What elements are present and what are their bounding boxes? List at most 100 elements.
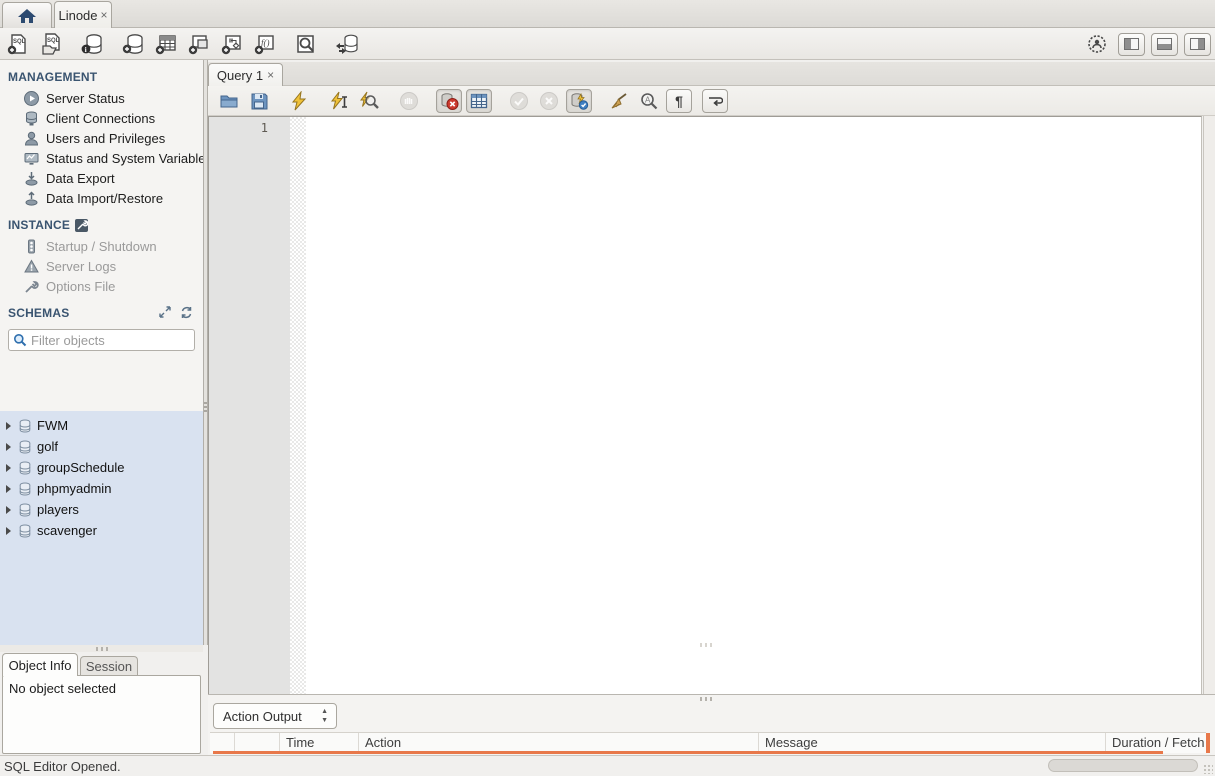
- right-panel-icon: [1190, 38, 1205, 50]
- expander-icon[interactable]: [6, 526, 11, 535]
- preferences-button[interactable]: [1082, 31, 1112, 57]
- expander-icon[interactable]: [6, 442, 11, 451]
- open-script-button[interactable]: [216, 89, 242, 113]
- connection-tabbar: Linode ×: [0, 0, 1215, 28]
- execute-current-statement-button[interactable]: [326, 89, 352, 113]
- tab-session[interactable]: Session: [80, 656, 138, 676]
- schema-item-groupschedule[interactable]: groupSchedule: [0, 457, 203, 478]
- toggle-left-panel-button[interactable]: [1118, 32, 1145, 56]
- column-message[interactable]: Message: [759, 733, 1106, 753]
- output-splitter-grip[interactable]: [700, 697, 712, 701]
- schema-item-players[interactable]: players: [0, 499, 203, 520]
- new-sql-tab-button[interactable]: SQL: [3, 31, 33, 57]
- schema-item-fwm[interactable]: FWM: [0, 415, 203, 436]
- output-table-header: Time Action Message Duration / Fetch: [210, 732, 1206, 753]
- sql-editor-toolbar: A ¶: [208, 86, 1215, 116]
- connection-tab-linode[interactable]: Linode ×: [54, 1, 112, 28]
- connection-tab-close-icon[interactable]: ×: [101, 9, 108, 21]
- svg-text:SQL: SQL: [13, 39, 26, 45]
- sidebar-info-splitter[interactable]: [0, 645, 203, 652]
- sql-code-editor[interactable]: 1: [208, 116, 1202, 748]
- column-duration-fetch[interactable]: Duration / Fetch: [1106, 733, 1206, 753]
- expander-icon[interactable]: [6, 484, 11, 493]
- sidebar-item-client-connections[interactable]: Client Connections: [0, 108, 203, 128]
- line-number: 1: [260, 121, 268, 135]
- schema-item-golf[interactable]: golf: [0, 436, 203, 457]
- svg-text:SQL: SQL: [47, 38, 60, 44]
- column-status[interactable]: [210, 733, 235, 753]
- bottom-horizontal-scrollbar[interactable]: [1048, 759, 1198, 772]
- status-bar: SQL Editor Opened.: [0, 755, 1215, 776]
- instance-section-title: INSTANCE: [0, 208, 203, 236]
- sidebar-item-data-import[interactable]: Data Import/Restore: [0, 188, 203, 208]
- find-button[interactable]: A: [636, 89, 662, 113]
- query-tab-close-icon[interactable]: ×: [267, 69, 274, 81]
- window-resize-grip[interactable]: [1203, 764, 1213, 774]
- editor-splitter-grip[interactable]: [700, 643, 712, 647]
- sidebar-item-server-status[interactable]: Server Status: [0, 88, 203, 108]
- search-table-data-button[interactable]: [291, 31, 321, 57]
- reconnect-dbms-button[interactable]: [332, 31, 362, 57]
- home-tab[interactable]: [2, 2, 52, 28]
- toggle-bottom-panel-button[interactable]: [1151, 32, 1178, 56]
- column-index[interactable]: [235, 733, 280, 753]
- editor-vertical-scrollbar-track[interactable]: [1203, 116, 1215, 748]
- toggle-limit-rows-button[interactable]: [466, 88, 492, 113]
- expander-icon[interactable]: [6, 463, 11, 472]
- beautify-button[interactable]: [606, 89, 632, 113]
- tab-label: Session: [85, 659, 133, 674]
- wrap-text-button[interactable]: [702, 88, 728, 113]
- schema-filter-input[interactable]: [31, 332, 181, 348]
- line-number-gutter: 1: [209, 117, 290, 748]
- schema-icon: [19, 461, 31, 475]
- pilcrow-icon: ¶: [675, 92, 683, 109]
- output-vertical-scrollbar[interactable]: [1206, 733, 1210, 753]
- toggle-right-panel-button[interactable]: [1184, 32, 1211, 56]
- schema-label: FWM: [37, 418, 69, 433]
- column-time[interactable]: Time: [280, 733, 359, 753]
- create-schema-button[interactable]: [118, 31, 148, 57]
- create-function-button[interactable]: f(): [250, 31, 280, 57]
- toggle-autocommit-button[interactable]: [566, 88, 592, 113]
- refresh-schemas-icon[interactable]: [180, 306, 193, 319]
- tab-query-1[interactable]: Query 1 ×: [208, 63, 283, 86]
- tab-object-info[interactable]: Object Info: [2, 653, 78, 676]
- item-label: Data Import/Restore: [46, 190, 164, 206]
- output-panel: Action Output ▲ ▼ Time Action Message Dur…: [208, 694, 1215, 755]
- rollback-button[interactable]: [536, 89, 562, 113]
- svg-text:f(): f(): [261, 38, 270, 48]
- create-procedure-button[interactable]: [217, 31, 247, 57]
- schema-inspector-button[interactable]: i: [77, 31, 107, 57]
- explain-plan-button[interactable]: [356, 89, 382, 113]
- item-label: Status and System Variables: [46, 150, 203, 166]
- create-table-button[interactable]: [151, 31, 181, 57]
- expand-schemas-icon[interactable]: [159, 306, 171, 318]
- open-sql-script-button[interactable]: SQL: [36, 31, 66, 57]
- schema-label: players: [37, 502, 79, 517]
- save-script-button[interactable]: [246, 89, 272, 113]
- output-type-selector[interactable]: Action Output ▲ ▼: [213, 703, 337, 729]
- sidebar-item-status-system-variables[interactable]: Status and System Variables: [0, 148, 203, 168]
- expander-icon[interactable]: [6, 505, 11, 514]
- sidebar-item-data-export[interactable]: Data Export: [0, 168, 203, 188]
- sidebar-item-server-logs[interactable]: Server Logs: [0, 256, 203, 276]
- sidebar-item-options-file[interactable]: Options File: [0, 276, 203, 296]
- schema-icon: [19, 440, 31, 454]
- status-variables-icon: [24, 152, 39, 165]
- column-action[interactable]: Action: [359, 733, 759, 753]
- schema-item-phpmyadmin[interactable]: phpmyadmin: [0, 478, 203, 499]
- commit-button[interactable]: [506, 89, 532, 113]
- sidebar-item-startup-shutdown[interactable]: Startup / Shutdown: [0, 236, 203, 256]
- toggle-stop-on-error-button[interactable]: [436, 88, 462, 113]
- show-invisibles-button[interactable]: ¶: [666, 88, 692, 113]
- svg-text:A: A: [645, 95, 651, 104]
- expander-icon[interactable]: [6, 421, 11, 430]
- schemas-title-text: SCHEMAS: [8, 306, 70, 320]
- svg-text:i: i: [85, 45, 87, 54]
- create-view-button[interactable]: [184, 31, 214, 57]
- schema-filter-box[interactable]: [8, 329, 195, 351]
- stop-query-button[interactable]: [396, 89, 422, 113]
- execute-script-button[interactable]: [286, 89, 312, 113]
- schema-item-scavenger[interactable]: scavenger: [0, 520, 203, 541]
- sidebar-item-users-privileges[interactable]: Users and Privileges: [0, 128, 203, 148]
